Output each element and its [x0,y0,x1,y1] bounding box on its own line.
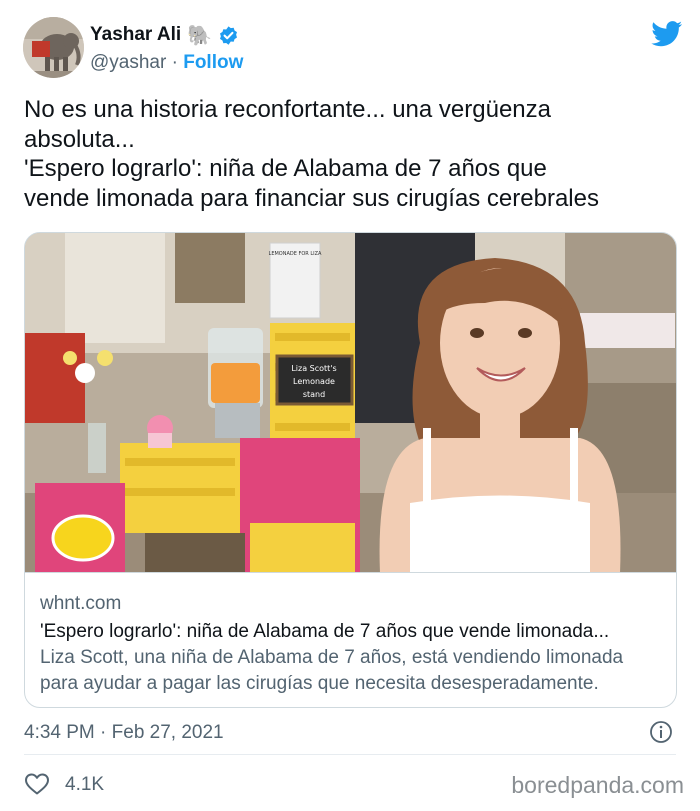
tweet-line: 'Espero lograrlo': niña de Alabama de 7 … [24,155,547,182]
tweet-line: vende limonada para financiar sus cirugí… [24,184,599,212]
verified-badge-icon [218,25,239,46]
like-count: 4.1K [65,774,105,795]
card-domain: whnt.com [40,593,122,614]
separator: · [171,52,178,73]
card-description-line: para ayudar a pagar las cirugías que nec… [40,673,599,694]
twitter-bird-icon[interactable] [651,21,683,47]
heart-icon[interactable] [24,772,50,796]
timestamp-row: 4:34 PM · Feb 27, 2021 [24,718,676,748]
author-handle[interactable]: @yashar [90,52,166,73]
card-title: 'Espero lograrlo': niña de Alabama de 7 … [40,621,610,642]
timestamp[interactable]: 4:34 PM · Feb 27, 2021 [24,722,224,744]
author-name[interactable]: Yashar Ali [90,24,181,46]
chalkboard-text: Lemonade [293,377,335,386]
tweet-line: absoluta... [24,125,135,153]
watermark: boredpanda.com [511,772,684,798]
chalkboard-text: Liza Scott's [291,364,336,373]
card-description: Liza Scott, una niña de Alabama de 7 año… [40,645,665,697]
handle-row: @yashar · Follow [90,52,243,74]
card-image[interactable]: Liza Scott's Lemonade stand LEMONADE FOR… [25,233,676,573]
info-icon[interactable] [649,720,673,744]
tweet-footer: 4.1K boredpanda.com [24,768,684,804]
card-description-line: Liza Scott, una niña de Alabama de 7 año… [40,647,624,668]
author-block: Yashar Ali 🐘 @yashar · Follow [90,23,243,74]
tweet-line: No es una historia reconfortante... una … [24,96,551,123]
avatar[interactable] [23,17,84,78]
follow-button[interactable]: Follow [183,52,243,73]
card-meta: whnt.com 'Espero lograrlo': niña de Alab… [40,591,665,697]
link-card[interactable]: Liza Scott's Lemonade stand LEMONADE FOR… [24,232,677,708]
elephant-emoji: 🐘 [187,24,213,47]
divider [24,754,676,755]
tweet-header: Yashar Ali 🐘 @yashar · Follow [23,17,683,79]
tweet-text: No es una historia reconfortante... una … [24,95,674,213]
chalkboard-text: stand [303,390,325,399]
poster-text: LEMONADE FOR LIZA [269,251,323,257]
